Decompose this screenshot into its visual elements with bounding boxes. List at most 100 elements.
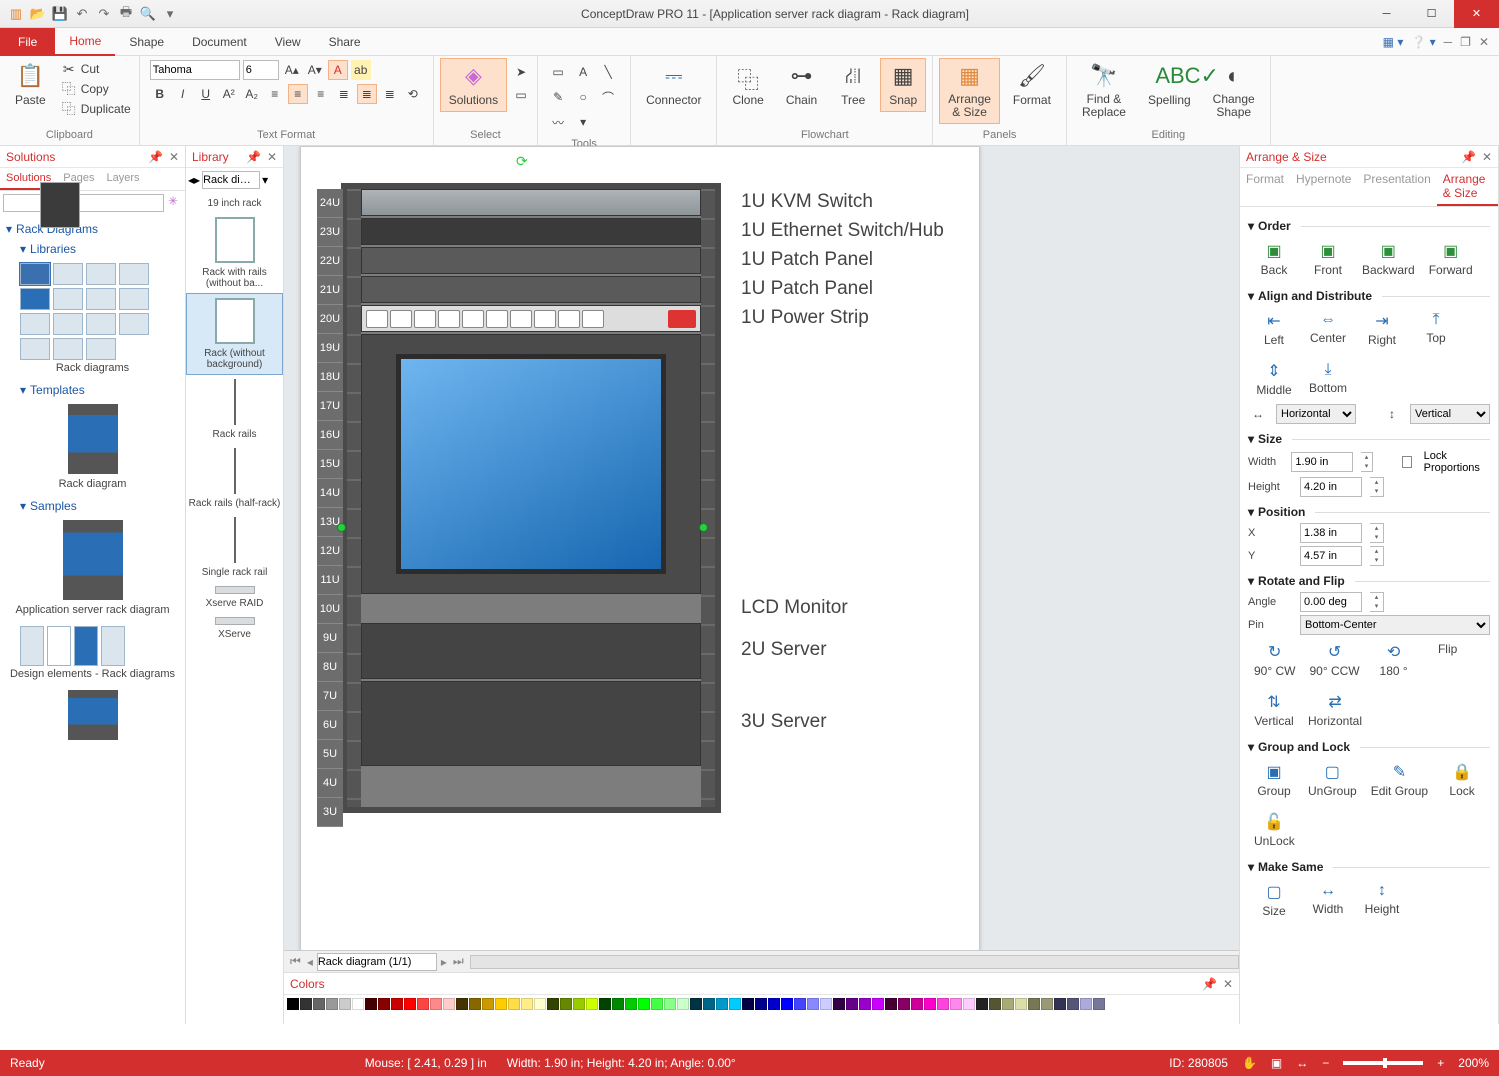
color-swatch[interactable]: [1093, 998, 1105, 1010]
dist-v-icon[interactable]: ↕: [1382, 404, 1402, 424]
order-front[interactable]: ▣Front: [1308, 241, 1348, 277]
superscript-button[interactable]: A²: [219, 84, 239, 104]
spelling-button[interactable]: ABC✓Spelling: [1139, 58, 1200, 112]
device-server-2u[interactable]: [361, 623, 701, 679]
page-prev-icon[interactable]: ◂: [307, 955, 313, 969]
color-swatch[interactable]: [703, 998, 715, 1010]
rp-tab-format[interactable]: Format: [1240, 168, 1290, 206]
chain-button[interactable]: ⊶Chain: [777, 58, 826, 112]
rack-shape[interactable]: 24U23U22U21U20U19U18U17U16U15U14U13U12U1…: [341, 183, 721, 813]
zoom-in-icon[interactable]: +: [1437, 1056, 1444, 1070]
color-swatch[interactable]: [365, 998, 377, 1010]
text-tool-icon[interactable]: A: [573, 62, 593, 82]
color-swatch[interactable]: [378, 998, 390, 1010]
rotate-cw[interactable]: ↻90° CW: [1254, 642, 1295, 678]
lock-proportions-checkbox[interactable]: [1402, 456, 1412, 468]
section-group[interactable]: ▾ Group and Lock: [1248, 740, 1490, 754]
close-panel-icon[interactable]: ✕: [169, 150, 179, 164]
color-swatch[interactable]: [638, 998, 650, 1010]
color-swatch[interactable]: [729, 998, 741, 1010]
width-spinner[interactable]: ▴▾: [1361, 452, 1372, 472]
rotate-180[interactable]: ⟲180 °: [1374, 642, 1414, 678]
align-center-button[interactable]: ≡: [288, 84, 308, 104]
height-input[interactable]: [1300, 477, 1362, 497]
lib-thumb[interactable]: [119, 313, 149, 335]
color-swatch[interactable]: [1041, 998, 1053, 1010]
lib-thumb[interactable]: [20, 288, 50, 310]
sel-handle-right[interactable]: [699, 523, 708, 532]
qat-more-icon[interactable]: ▾: [162, 6, 178, 22]
lib-thumb[interactable]: [53, 338, 83, 360]
pin-icon[interactable]: 📌: [1461, 150, 1476, 164]
color-swatch[interactable]: [807, 998, 819, 1010]
lib-thumb[interactable]: [53, 288, 83, 310]
lock-btn[interactable]: 🔒Lock: [1442, 762, 1482, 798]
tab-shape[interactable]: Shape: [115, 28, 178, 56]
same-height[interactable]: ↕Height: [1362, 882, 1402, 918]
find-replace-button[interactable]: 🔭Find & Replace: [1073, 58, 1135, 124]
device-patch-1[interactable]: [361, 247, 701, 274]
valign-button[interactable]: ≣: [334, 84, 354, 104]
pin-icon[interactable]: 📌: [246, 150, 261, 164]
tree-templates[interactable]: ▾ Templates: [6, 380, 179, 400]
tab-home[interactable]: Home: [55, 28, 115, 56]
dec-font-icon[interactable]: A▾: [305, 60, 325, 80]
section-align[interactable]: ▾ Align and Distribute: [1248, 289, 1490, 303]
section-rotate[interactable]: ▾ Rotate and Flip: [1248, 574, 1490, 588]
arc-tool-icon[interactable]: ⌒: [598, 87, 618, 107]
win-restore-icon[interactable]: ❐: [1460, 35, 1471, 49]
color-swatch[interactable]: [560, 998, 572, 1010]
color-swatch[interactable]: [612, 998, 624, 1010]
color-swatch[interactable]: [326, 998, 338, 1010]
color-swatch[interactable]: [781, 998, 793, 1010]
color-swatch[interactable]: [469, 998, 481, 1010]
format-button[interactable]: 🖌Format: [1004, 58, 1060, 112]
color-swatch[interactable]: [950, 998, 962, 1010]
search-input[interactable]: [3, 194, 164, 212]
order-backward[interactable]: ▣Backward: [1362, 241, 1415, 277]
color-swatch[interactable]: [898, 998, 910, 1010]
pin-icon[interactable]: 📌: [148, 150, 163, 164]
device-switch[interactable]: [361, 218, 701, 245]
lib-thumb[interactable]: [86, 288, 116, 310]
device-server-3u[interactable]: [361, 681, 701, 766]
maximize-button[interactable]: ☐: [1409, 0, 1454, 28]
x-input[interactable]: [1300, 523, 1362, 543]
pencil-tool-icon[interactable]: ✎: [548, 87, 568, 107]
library-item[interactable]: Rack (without background): [186, 293, 283, 375]
color-swatch[interactable]: [716, 998, 728, 1010]
drawing-page[interactable]: ⟳ 24U23U22U21U20U19U18U17U16U15U14U13U12…: [300, 146, 980, 950]
line-tool-icon[interactable]: ╲: [598, 62, 618, 82]
connector-button[interactable]: ⎓Connector: [637, 58, 710, 112]
color-swatch[interactable]: [1028, 998, 1040, 1010]
sample-thumb[interactable]: [47, 626, 71, 666]
color-swatch[interactable]: [287, 998, 299, 1010]
align-top[interactable]: ⤒Top: [1416, 311, 1456, 347]
library-item[interactable]: Rack rails: [186, 375, 283, 444]
zoom-slider[interactable]: [1343, 1061, 1423, 1065]
section-order[interactable]: ▾ Order: [1248, 219, 1490, 233]
color-swatch[interactable]: [417, 998, 429, 1010]
angle-input[interactable]: [1300, 592, 1362, 612]
select-tool-icon[interactable]: ▭: [511, 85, 531, 105]
copy-button[interactable]: ⿻Copy: [59, 80, 133, 98]
tab-share[interactable]: Share: [315, 28, 375, 56]
align-middle[interactable]: ⇕Middle: [1254, 361, 1294, 397]
angle-spinner[interactable]: ▴▾: [1370, 592, 1384, 612]
lib-thumb[interactable]: [53, 263, 83, 285]
arrange-size-button[interactable]: ▦Arrange & Size: [939, 58, 1000, 124]
color-swatch[interactable]: [1067, 998, 1079, 1010]
change-shape-button[interactable]: ◐Change Shape: [1204, 58, 1264, 124]
tree-rack-diagrams[interactable]: ▾ Rack Diagrams: [6, 219, 179, 239]
highlight-button[interactable]: ab: [351, 60, 371, 80]
page-tab-combo[interactable]: [317, 953, 437, 971]
font-select[interactable]: [150, 60, 240, 80]
color-swatch[interactable]: [1054, 998, 1066, 1010]
color-swatch[interactable]: [547, 998, 559, 1010]
sel-handle-left[interactable]: [337, 523, 346, 532]
width-input[interactable]: [1291, 452, 1353, 472]
lib-thumb[interactable]: [20, 263, 50, 285]
horizontal-scrollbar[interactable]: [470, 955, 1239, 969]
sample-thumb[interactable]: [101, 626, 125, 666]
order-back[interactable]: ▣Back: [1254, 241, 1294, 277]
